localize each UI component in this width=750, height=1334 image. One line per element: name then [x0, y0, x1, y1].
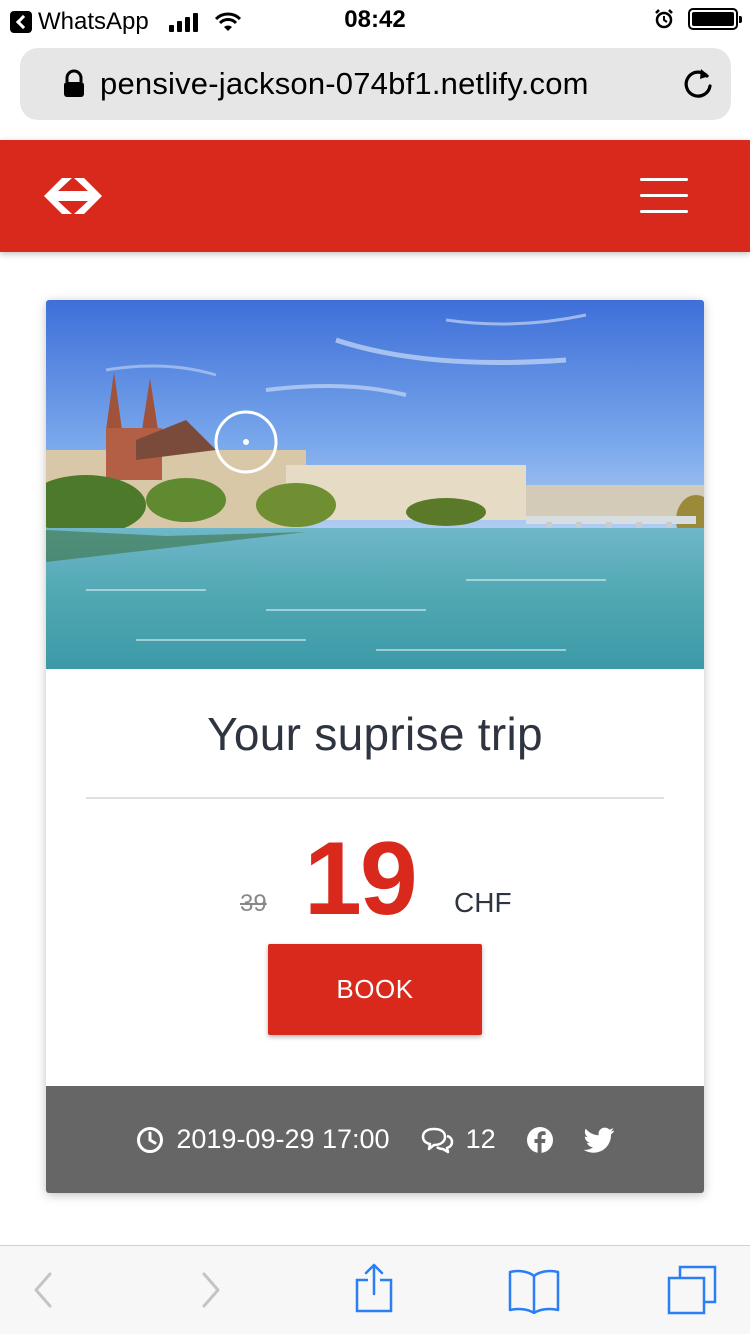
card-footer: 2019-09-29 17:00 12 — [46, 1086, 704, 1193]
trip-card: Your suprise trip 39 19 CHF BOOK 2019-09… — [46, 300, 704, 1193]
datetime-text: 2019-09-29 17:00 — [176, 1124, 390, 1154]
battery-icon — [688, 8, 742, 30]
comments-icon — [421, 1127, 453, 1153]
site-header — [0, 140, 750, 252]
facebook-icon[interactable] — [526, 1126, 554, 1154]
share-icon[interactable] — [354, 1262, 394, 1314]
city-river-image — [46, 300, 704, 669]
browser-toolbar — [0, 1245, 750, 1334]
currency: CHF — [454, 887, 512, 918]
book-button[interactable]: BOOK — [268, 944, 482, 1035]
menu-button[interactable] — [640, 178, 688, 214]
alarm-icon — [655, 9, 673, 29]
reload-icon[interactable] — [681, 66, 715, 102]
bookmarks-icon[interactable] — [508, 1268, 560, 1314]
clock-icon — [137, 1126, 164, 1153]
comments-count: 12 — [465, 1124, 496, 1154]
price: 19 — [304, 821, 418, 937]
url-text: pensive-jackson-074bf1.netlify.com — [100, 66, 589, 101]
back-arrow-icon[interactable] — [30, 1268, 56, 1312]
forward-arrow-icon[interactable] — [198, 1268, 224, 1312]
trip-datetime: 2019-09-29 17:00 — [136, 1124, 390, 1155]
divider — [86, 797, 664, 799]
card-title: Your suprise trip — [207, 708, 543, 760]
tabs-icon[interactable] — [666, 1264, 718, 1316]
address-bar[interactable]: pensive-jackson-074bf1.netlify.com — [20, 48, 731, 120]
old-price: 39 — [240, 890, 267, 917]
status-bar: WhatsApp 08:42 — [0, 0, 750, 40]
browser-chrome: pensive-jackson-074bf1.netlify.com — [0, 40, 750, 140]
lock-icon — [64, 69, 84, 97]
status-time: 08:42 — [344, 6, 406, 33]
twitter-icon[interactable] — [583, 1127, 614, 1153]
sbb-logo-icon[interactable] — [40, 178, 106, 214]
comments-link[interactable]: 12 — [420, 1124, 496, 1155]
